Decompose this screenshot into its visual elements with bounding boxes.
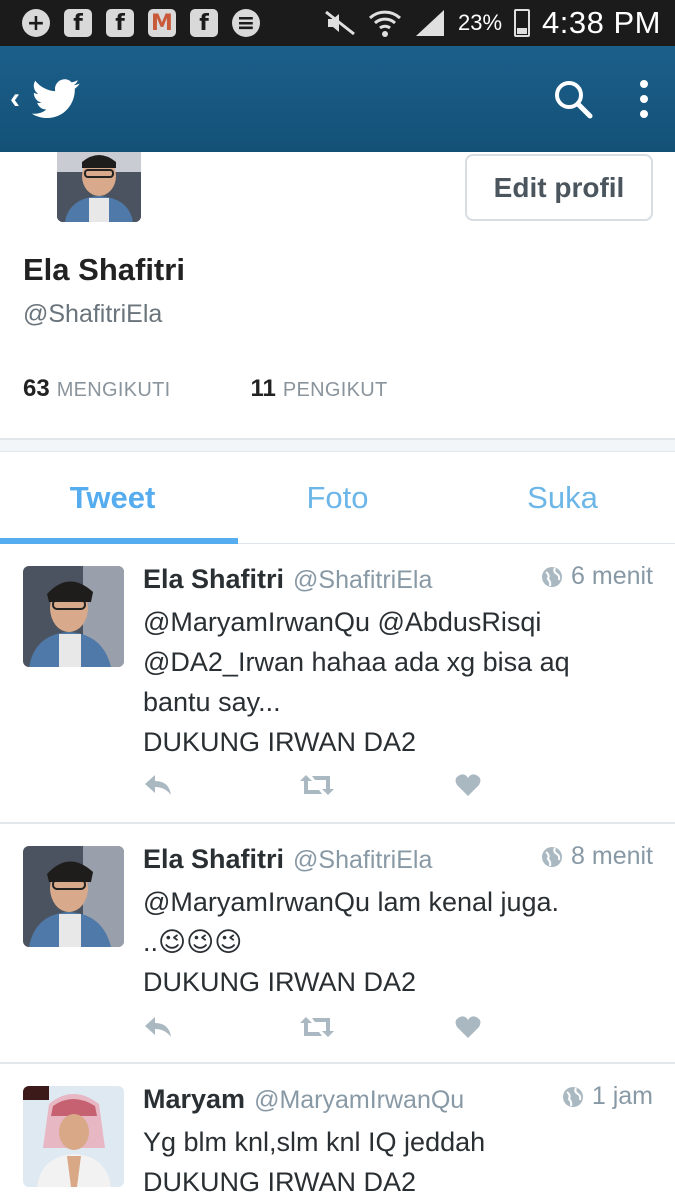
tweet-author-name[interactable]: Maryam bbox=[143, 1084, 245, 1115]
tweet-avatar[interactable] bbox=[23, 1086, 124, 1187]
tweet-item[interactable]: Ela Shafitri @ShafitriEla 6 menit @Marya… bbox=[0, 544, 675, 824]
signal-icon bbox=[416, 10, 444, 36]
followers-count: 11 bbox=[250, 375, 276, 402]
tweet-text: Yg blm knl,slm knl IQ jeddah DUKUNG IRWA… bbox=[143, 1127, 486, 1197]
facebook-icon: f bbox=[64, 9, 92, 37]
wifi-icon bbox=[368, 10, 402, 37]
chevron-left-icon[interactable]: ‹ bbox=[10, 82, 20, 116]
following-count: 63 bbox=[23, 375, 50, 402]
twitter-bird-icon[interactable] bbox=[32, 79, 80, 119]
profile-header: Edit profil Ela Shafitri @ShafitriEla 63… bbox=[0, 152, 675, 452]
tab-foto[interactable]: Foto bbox=[225, 452, 450, 543]
reply-icon[interactable] bbox=[143, 1015, 173, 1039]
tweet-time: 1 jam bbox=[591, 1082, 653, 1110]
tweet-actions bbox=[143, 1012, 611, 1042]
globe-icon bbox=[562, 1086, 583, 1107]
tweet-author-handle[interactable]: @MaryamIrwanQu bbox=[254, 1086, 464, 1115]
globe-icon bbox=[542, 846, 563, 867]
app-bar: ‹ bbox=[0, 46, 675, 152]
tweet-item[interactable]: Ela Shafitri @ShafitriEla 8 menit @Marya… bbox=[0, 824, 675, 1064]
retweet-icon[interactable] bbox=[299, 772, 335, 798]
retweet-icon[interactable] bbox=[299, 1014, 335, 1040]
tweet-text: @MaryamIrwanQu lam kenal juga. ..😉😉😉 DUK… bbox=[143, 887, 560, 997]
status-bar: + f f M f ≡ 23% 4:38 PM bbox=[0, 0, 675, 46]
clock: 4:38 PM bbox=[542, 5, 661, 40]
tweet-text: @MaryamIrwanQu @AbdusRisqi @DA2_Irwan ha… bbox=[143, 607, 570, 757]
tweet-author-handle[interactable]: @ShafitriEla bbox=[293, 846, 432, 875]
messenger-icon: ≡ bbox=[232, 9, 260, 37]
profile-name: Ela Shafitri bbox=[23, 252, 185, 287]
tweet-author-name[interactable]: Ela Shafitri bbox=[143, 564, 284, 595]
tweet-avatar[interactable] bbox=[23, 566, 124, 667]
search-icon[interactable] bbox=[553, 79, 593, 119]
tweet-item[interactable]: Maryam @MaryamIrwanQu 1 jam Yg blm knl,s… bbox=[0, 1064, 675, 1200]
tweet-avatar[interactable] bbox=[23, 846, 124, 947]
tweet-time: 6 menit bbox=[571, 562, 653, 590]
notification-icons: + f f M f ≡ bbox=[0, 9, 260, 37]
facebook-icon: f bbox=[190, 9, 218, 37]
tweet-time: 8 menit bbox=[571, 842, 653, 870]
gmail-icon: M bbox=[148, 9, 176, 37]
tab-tweet[interactable]: Tweet bbox=[0, 452, 238, 544]
plus-icon: + bbox=[22, 9, 50, 37]
tab-suka[interactable]: Suka bbox=[450, 452, 675, 543]
battery-percent: 23% bbox=[458, 10, 503, 35]
mute-icon bbox=[325, 10, 355, 36]
profile-handle: @ShafitriEla bbox=[23, 300, 163, 328]
like-icon[interactable] bbox=[455, 1015, 481, 1039]
tweet-author-handle[interactable]: @ShafitriEla bbox=[293, 566, 432, 595]
followers-link[interactable]: 11 PENGIKUT bbox=[251, 375, 388, 403]
battery-icon bbox=[514, 9, 531, 37]
following-label: MENGIKUTI bbox=[56, 379, 171, 401]
profile-tabs: Tweet Foto Suka bbox=[0, 452, 675, 544]
globe-icon bbox=[542, 566, 563, 587]
facebook-icon: f bbox=[106, 9, 134, 37]
tweet-actions bbox=[143, 770, 611, 800]
edit-profile-button[interactable]: Edit profil bbox=[465, 154, 653, 221]
profile-stats: 63 MENGIKUTI 11 PENGIKUT bbox=[23, 375, 388, 403]
like-icon[interactable] bbox=[455, 773, 481, 797]
followers-label: PENGIKUT bbox=[282, 379, 388, 401]
more-vertical-icon[interactable] bbox=[639, 79, 649, 119]
profile-avatar[interactable] bbox=[57, 152, 141, 222]
following-link[interactable]: 63 MENGIKUTI bbox=[23, 375, 171, 403]
reply-icon[interactable] bbox=[143, 773, 173, 797]
tweet-author-name[interactable]: Ela Shafitri bbox=[143, 844, 284, 875]
section-divider bbox=[0, 438, 675, 452]
